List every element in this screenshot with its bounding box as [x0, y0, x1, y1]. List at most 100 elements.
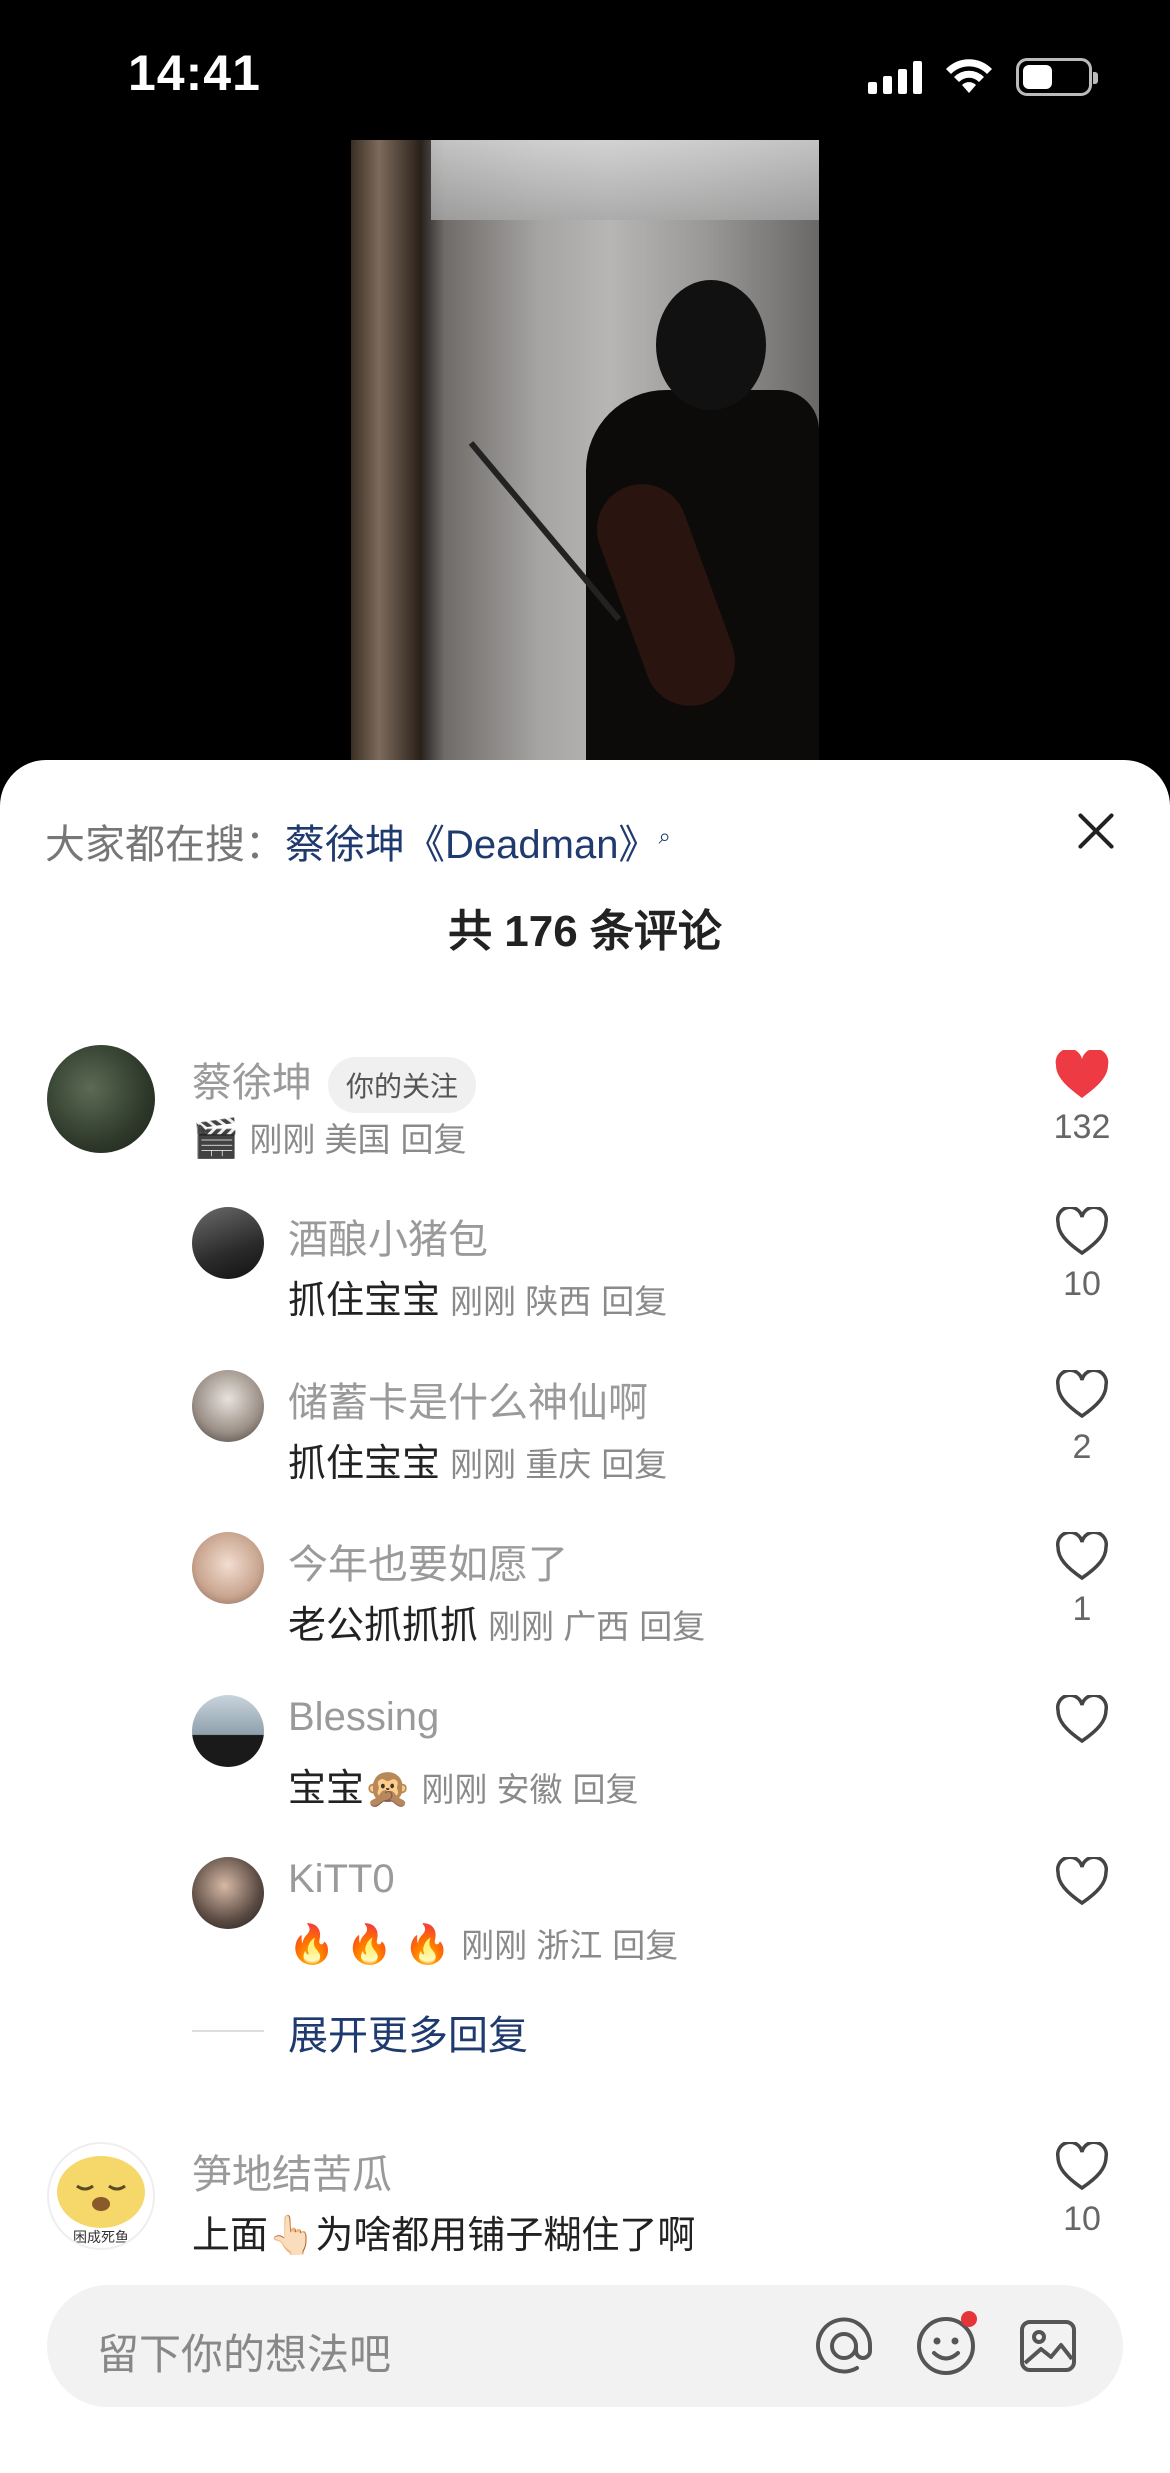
heart-outline-icon [1056, 1857, 1108, 1906]
comment-count: 共 176 条评论 [448, 907, 722, 956]
reply-body: 老公抓抓抓 刚刚 广西 回复 [288, 1594, 705, 1649]
reply-meta: 刚刚 广西 回复 [488, 1608, 705, 1645]
reply-text: 宝宝🙊 [288, 1768, 412, 1810]
like-button[interactable]: 10 [1042, 1207, 1122, 1304]
reply-body: 🔥 🔥 🔥 刚刚 浙江 回复 [288, 1919, 678, 1967]
search-suggestion-term[interactable]: 蔡徐坤《Deadman》 [285, 823, 658, 867]
comment-sheet: 大家都在搜：蔡徐坤《Deadman》⌕ 共 176 条评论 蔡徐坤 你的关注 🎬 刚… [0, 760, 1170, 2473]
comment-body: 🎬 刚刚 美国 回复 [192, 1113, 467, 1161]
reply-time: 刚刚 [450, 1283, 517, 1320]
mention-icon[interactable] [813, 2315, 875, 2377]
video-curtain [431, 140, 819, 220]
reply-text: 老公抓抓抓 [288, 1605, 479, 1647]
reply-text: 抓住宝宝 [288, 1443, 441, 1485]
reply-button[interactable]: 回复 [401, 1121, 467, 1158]
reply-button[interactable]: 回复 [601, 1283, 667, 1320]
reply-time: 刚刚 [450, 1446, 517, 1483]
reply-body: 宝宝🙊 刚刚 安徽 回复 [288, 1757, 639, 1812]
battery-icon [1016, 58, 1098, 96]
close-button[interactable] [1066, 802, 1126, 862]
wifi-icon [946, 59, 992, 93]
comment-author-name[interactable]: 蔡徐坤 [192, 1061, 312, 1105]
like-button[interactable]: 10 [1042, 2142, 1122, 2239]
heart-outline-icon [1056, 1532, 1108, 1581]
avatar-caption: 困成死鱼 [73, 2229, 129, 2246]
cellular-signal-icon [868, 60, 922, 94]
reply-text: 抓住宝宝 [288, 1280, 441, 1322]
reply-text: 🔥 🔥 🔥 [288, 1924, 452, 1966]
reply-button[interactable]: 回复 [573, 1771, 639, 1808]
video-thumbnail[interactable] [351, 140, 819, 760]
reply-location: 广西 [563, 1608, 630, 1645]
reply-item: 酒酿小猪包 抓住宝宝 刚刚 陕西 回复 10 [0, 1207, 1170, 1322]
like-button[interactable] [1042, 1857, 1122, 1915]
video-silhouette-head [656, 280, 766, 410]
reply-button[interactable]: 回复 [601, 1446, 667, 1483]
avatar[interactable] [192, 1695, 264, 1767]
avatar[interactable] [47, 1045, 155, 1153]
reply-meta: 刚刚 浙江 回复 [461, 1927, 678, 1964]
reply-time: 刚刚 [421, 1771, 488, 1808]
search-icon: ⌕ [658, 823, 671, 849]
like-count: 10 [1063, 1265, 1101, 1303]
like-count: 132 [1053, 1108, 1111, 1146]
reply-meta: 刚刚 安徽 回复 [421, 1771, 638, 1808]
reply-body: 抓住宝宝 刚刚 重庆 回复 [288, 1432, 667, 1487]
reply-item: KiTT0 🔥 🔥 🔥 刚刚 浙江 回复 [0, 1857, 1170, 1967]
comment-input[interactable]: 留下你的想法吧 [47, 2285, 1123, 2407]
like-button[interactable]: 132 [1042, 1050, 1122, 1147]
reply-author[interactable]: KiTT0 [288, 1857, 395, 1902]
reply-time: 刚刚 [488, 1608, 555, 1645]
comment-item: 困成死鱼 笋地结苦瓜 上面👆🏻为啥都用铺子糊住了啊 10 [0, 2142, 1170, 2262]
reply-author[interactable]: Blessing [288, 1695, 439, 1740]
search-suggestion-prefix: 大家都在搜： [45, 823, 285, 867]
avatar[interactable] [192, 1207, 264, 1279]
comment-item: 蔡徐坤 你的关注 🎬 刚刚 美国 回复 132 [0, 1045, 1170, 1165]
sleepy-face-icon: 困成死鱼 [57, 2156, 145, 2246]
heart-outline-icon [1056, 1370, 1108, 1419]
heart-outline-icon [1056, 1695, 1108, 1744]
reply-location: 陕西 [525, 1283, 592, 1320]
like-button[interactable] [1042, 1695, 1122, 1753]
reply-location: 重庆 [525, 1446, 592, 1483]
reply-item: Blessing 宝宝🙊 刚刚 安徽 回复 [0, 1695, 1170, 1810]
avatar[interactable]: 困成死鱼 [47, 2142, 155, 2250]
status-time: 14:41 [128, 45, 261, 101]
avatar[interactable] [192, 1370, 264, 1442]
comment-text: 上面👆🏻为啥都用铺子糊住了啊 [192, 2215, 696, 2257]
reply-meta: 刚刚 重庆 回复 [450, 1446, 667, 1483]
reply-meta: 刚刚 陕西 回复 [450, 1283, 667, 1320]
reply-author[interactable]: 储蓄卡是什么神仙啊 [288, 1370, 648, 1428]
like-button[interactable]: 2 [1042, 1370, 1122, 1467]
like-count: 1 [1072, 1590, 1092, 1628]
search-suggestion[interactable]: 大家都在搜：蔡徐坤《Deadman》⌕ [45, 812, 671, 870]
image-icon[interactable] [1017, 2315, 1079, 2377]
comment-author[interactable]: 蔡徐坤 你的关注 [192, 1050, 477, 1114]
reply-location: 浙江 [536, 1927, 603, 1964]
reply-location: 安徽 [496, 1771, 563, 1808]
reply-button[interactable]: 回复 [639, 1608, 705, 1645]
like-button[interactable]: 1 [1042, 1532, 1122, 1629]
video-pillar [351, 140, 421, 760]
reply-button[interactable]: 回复 [612, 1927, 678, 1964]
heart-outline-icon [1056, 2142, 1108, 2191]
heart-outline-icon [1056, 1207, 1108, 1256]
comment-meta: 刚刚 美国 回复 [249, 1121, 466, 1158]
status-icons [868, 58, 1098, 96]
status-bar: 14:41 [0, 0, 1170, 150]
reply-item: 储蓄卡是什么神仙啊 抓住宝宝 刚刚 重庆 回复 2 [0, 1370, 1170, 1485]
expand-replies-button[interactable]: 展开更多回复 [288, 2003, 528, 2061]
like-count: 10 [1063, 2200, 1101, 2238]
emoji-button[interactable] [915, 2311, 977, 2377]
reply-body: 抓住宝宝 刚刚 陕西 回复 [288, 1269, 667, 1324]
divider [192, 2030, 264, 2032]
comment-author[interactable]: 笋地结苦瓜 [192, 2142, 392, 2200]
following-badge: 你的关注 [328, 1057, 477, 1114]
like-count: 2 [1072, 1428, 1092, 1466]
avatar[interactable] [192, 1857, 264, 1929]
avatar[interactable] [192, 1532, 264, 1604]
reply-author[interactable]: 酒酿小猪包 [288, 1207, 488, 1265]
reply-time: 刚刚 [461, 1927, 528, 1964]
reply-author[interactable]: 今年也要如愿了 [288, 1532, 568, 1590]
reply-item: 今年也要如愿了 老公抓抓抓 刚刚 广西 回复 1 [0, 1532, 1170, 1647]
